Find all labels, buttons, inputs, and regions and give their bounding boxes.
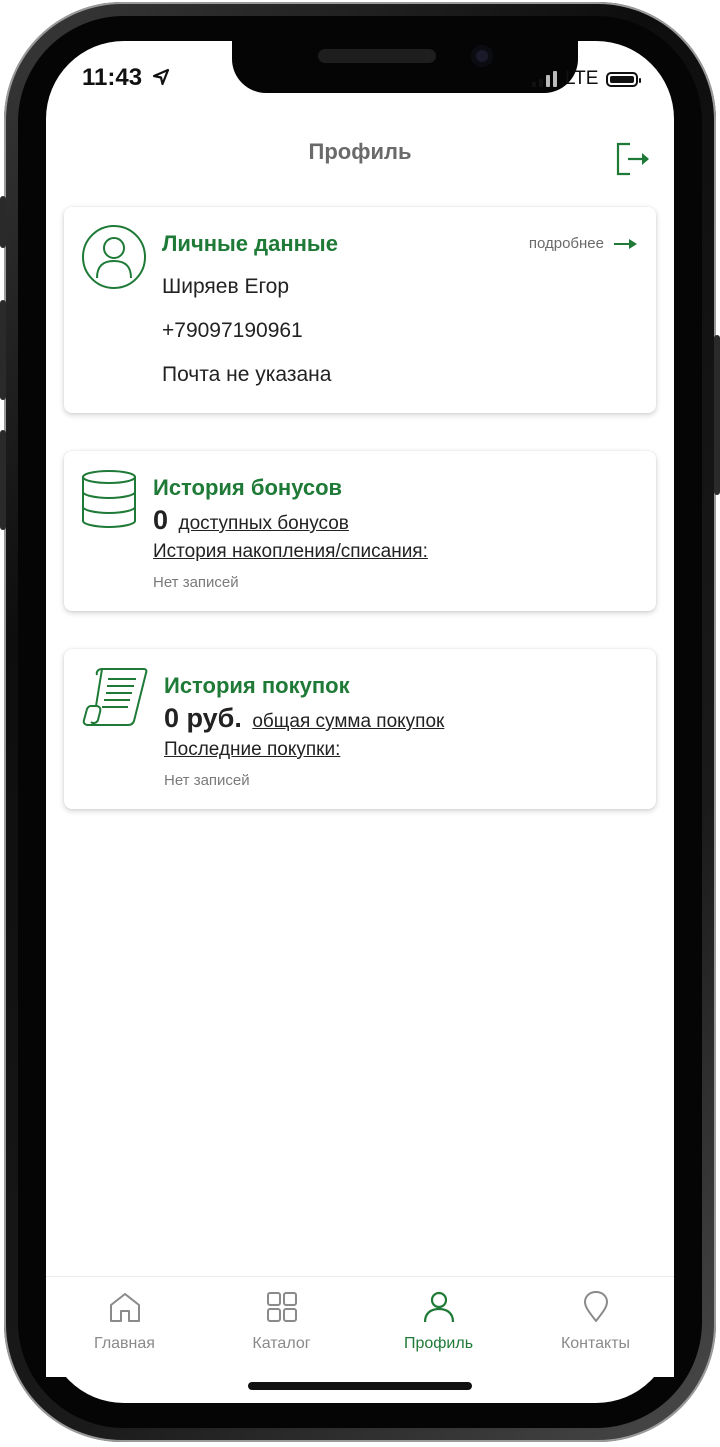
bonus-available-link[interactable]: доступных бонусов (178, 513, 348, 534)
signal-icon (532, 71, 557, 87)
user-phone: +79097190961 (162, 319, 303, 342)
personal-data-title: Личные данные (162, 231, 338, 256)
purchase-amount-row: 0 руб. общая сумма покупок (164, 703, 444, 734)
purchase-total-link[interactable]: общая сумма покупок (252, 711, 444, 732)
more-link-label: подробнее (528, 235, 604, 252)
purchase-empty-text: Нет записей (164, 772, 250, 789)
tab-profile-label: Профиль (403, 1335, 474, 1352)
home-icon (110, 1293, 140, 1322)
tab-catalog-label: Каталог (252, 1335, 311, 1352)
user-icon (423, 1291, 455, 1323)
purchase-history-title: История покупок (164, 673, 350, 698)
bonus-amount-row: 0 доступных бонусов (153, 505, 349, 536)
page-title: Профиль (308, 139, 412, 164)
bonus-history-card: История бонусов 0 доступных бонусов Исто… (64, 451, 656, 611)
notch (232, 41, 578, 93)
location-arrow-icon (152, 68, 169, 86)
user-avatar-icon (82, 225, 146, 289)
purchase-amount: 0 руб. (164, 703, 242, 733)
arrow-right-icon (614, 238, 637, 249)
purchase-history-card: История покупок 0 руб. общая сумма покуп… (64, 649, 656, 809)
user-name: Ширяев Егор (162, 275, 290, 298)
tab-catalog[interactable]: Каталог (203, 1277, 360, 1377)
tab-home-label: Главная (94, 1335, 155, 1352)
personal-data-card[interactable]: Личные данные подробнее Ширяев Егор +790… (64, 207, 656, 413)
bonus-amount: 0 (153, 505, 169, 535)
side-button-right (714, 335, 720, 495)
front-camera (471, 45, 493, 67)
bonus-empty-text: Нет записей (153, 574, 239, 591)
bonus-history-link[interactable]: История накопления/списания: (153, 541, 428, 563)
speaker (318, 49, 436, 63)
side-button-left-1 (0, 196, 6, 248)
network-label: LTE (565, 68, 599, 89)
tab-home[interactable]: Главная (46, 1277, 203, 1377)
grid-icon (267, 1292, 297, 1322)
more-link[interactable]: подробнее (529, 235, 638, 252)
bottom-tab-bar: Главная Каталог Профиль Контакты (46, 1276, 674, 1377)
status-time: 11:43 (82, 64, 171, 92)
home-indicator[interactable] (248, 1382, 472, 1390)
tab-profile[interactable]: Профиль (360, 1277, 517, 1377)
side-button-left-2 (0, 300, 6, 400)
user-email: Почта не указана (162, 363, 332, 386)
status-time-text: 11:43 (82, 64, 143, 91)
side-button-left-3 (0, 430, 6, 530)
battery-icon (606, 71, 642, 87)
tab-contacts[interactable]: Контакты (517, 1277, 674, 1377)
bonus-history-title: История бонусов (153, 475, 343, 500)
status-indicators: LTE (532, 68, 642, 90)
map-pin-icon (584, 1291, 608, 1322)
coin-stack-icon (82, 470, 136, 529)
tab-contacts-label: Контакты (560, 1335, 631, 1352)
receipt-icon (82, 668, 148, 726)
purchase-history-link[interactable]: Последние покупки: (164, 739, 340, 761)
logout-icon[interactable] (614, 141, 652, 177)
